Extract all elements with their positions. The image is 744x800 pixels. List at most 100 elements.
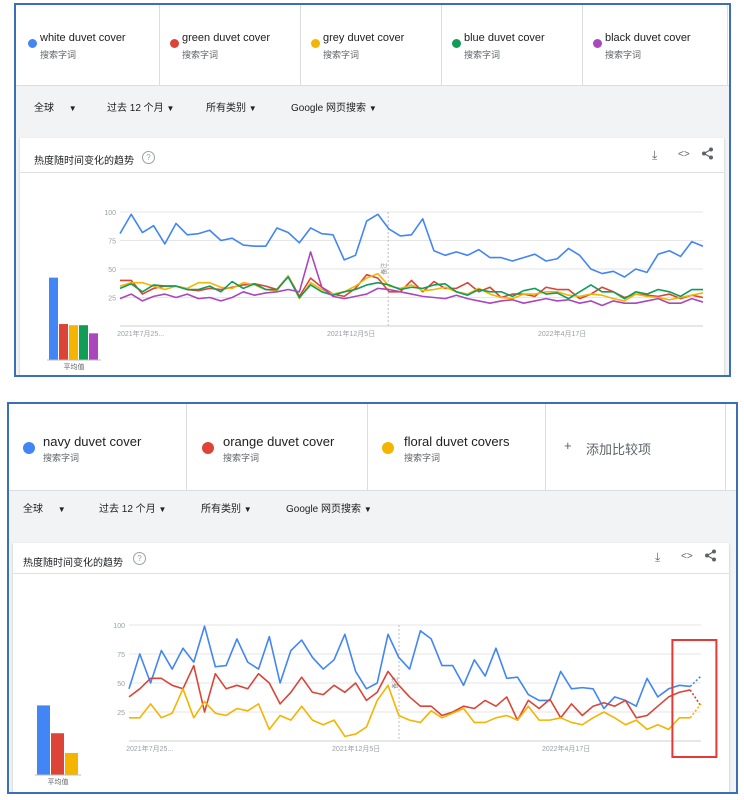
x-tick-label: 2021年7月25... [126,744,173,753]
term-name: black duvet cover [605,32,691,44]
add-compare-label: 添加比较项 [586,442,652,457]
term-subtitle: 搜索字词 [464,50,501,60]
dropdown-caret-icon: ▼ [368,104,377,113]
share-icon[interactable] [701,147,714,163]
card-title: 热度随时间变化的趋势 [23,558,123,569]
dropdown-caret-icon: ▼ [248,104,257,113]
term-subtitle: 搜索字词 [40,50,77,60]
term-card[interactable]: navy duvet cover 搜索字词 [9,404,187,490]
trend-chart: 25 50 75 100 2021年7月25... 2021年12月5日 2022年4月17… [47,210,704,371]
term-card[interactable]: grey duvet cover 搜索字词 [301,5,442,85]
highlight-box [671,639,718,758]
series-color-dot [23,442,35,454]
term-name: green duvet cover [182,32,271,44]
dropdown-caret-icon: ▼ [363,505,372,514]
period-label: 过去 12 个月 [107,103,164,114]
category-filter[interactable]: 所有类别 ▼ [201,500,252,515]
period-filter[interactable]: 过去 12 个月 ▼ [107,99,174,114]
source-label: Google 网页搜索 [286,504,362,515]
card-title: 热度随时间变化的趋势 [34,156,134,167]
source-filter[interactable]: Google 网页搜索 ▼ [291,99,377,114]
series-color-dot [382,442,394,454]
trend-card: 热度随时间变化的趋势 ? ⤓ <> 25 50 75 100 2021年7月25... 2… [13,543,729,792]
x-tick-label: 2021年7月25... [117,329,164,338]
region-label: 全球 [34,103,54,114]
average-label: 平均值 [48,777,69,786]
series-color-dot [593,39,602,48]
series-line [129,684,691,738]
average-bar [89,333,98,360]
add-compare-item[interactable]: + 添加比较项 [546,404,726,490]
series-line-partial [689,689,702,707]
x-tick-label: 2022年4月17日 [542,744,590,753]
x-tick-label: 2021年12月5日 [332,744,380,753]
term-card[interactable]: blue duvet cover 搜索字词 [442,5,583,85]
average-bar [79,325,88,360]
trend-chart: 25 50 75 100 2021年7月25... 2021年12月5日 2022年4月17… [35,623,718,786]
dropdown-caret-icon: ▼ [57,505,66,514]
series-line-partial [689,675,702,688]
y-tick-label: 100 [104,210,116,217]
dropdown-caret-icon: ▼ [158,505,167,514]
region-filter[interactable]: 全球 ▼ [23,500,66,515]
search-terms-bar: white duvet cover 搜索字词 green duvet cover… [16,5,729,86]
term-card[interactable]: floral duvet covers 搜索字词 [368,404,546,490]
series-color-dot [202,442,214,454]
download-icon[interactable]: ⤓ [652,148,657,163]
embed-icon[interactable]: <> [681,551,693,562]
trends-panel-2: navy duvet cover 搜索字词 orange duvet cover… [7,402,738,794]
y-tick-label: 25 [117,710,125,717]
average-bar [37,705,50,775]
x-tick-label: 2022年4月17日 [538,329,586,338]
period-filter[interactable]: 过去 12 个月 ▼ [99,500,166,515]
category-filter[interactable]: 所有类别 ▼ [206,99,257,114]
y-tick-label: 75 [108,239,116,246]
term-subtitle: 搜索字词 [43,453,80,463]
term-subtitle: 搜索字词 [182,50,219,60]
add-icon: + [564,438,572,453]
term-subtitle: 搜索字词 [605,50,642,60]
y-tick-label: 100 [113,623,125,630]
average-bar [69,325,78,360]
region-label: 全球 [23,504,43,515]
term-card[interactable]: green duvet cover 搜索字词 [160,5,301,85]
term-card[interactable]: white duvet cover 搜索字词 [16,5,160,85]
term-subtitle: 搜索字词 [223,453,260,463]
download-icon[interactable]: ⤓ [655,550,660,565]
series-color-dot [452,39,461,48]
x-tick-label: 2021年12月5日 [327,329,375,338]
y-tick-label: 75 [117,652,125,659]
source-filter[interactable]: Google 网页搜索 ▼ [286,500,372,515]
series-color-dot [311,39,320,48]
dropdown-caret-icon: ▼ [68,104,77,113]
average-bar [49,277,58,360]
help-icon[interactable]: ? [142,151,155,164]
y-tick-label: 50 [108,267,116,274]
category-label: 所有类别 [201,504,241,515]
term-name: grey duvet cover [323,32,405,44]
term-card[interactable]: black duvet cover 搜索字词 [583,5,728,85]
embed-icon[interactable]: <> [678,149,690,160]
source-label: Google 网页搜索 [291,103,367,114]
dropdown-caret-icon: ▼ [166,104,175,113]
average-label: 平均值 [64,362,85,371]
trends-panel-1: white duvet cover 搜索字词 green duvet cover… [14,3,731,377]
average-bar [51,733,64,775]
term-card[interactable]: orange duvet cover 搜索字词 [187,404,368,490]
note-marker-label: 备注 [380,263,388,275]
search-terms-bar: navy duvet cover 搜索字词 orange duvet cover… [9,404,736,491]
share-icon[interactable] [704,549,717,565]
series-line-partial [689,703,702,719]
term-name: orange duvet cover [223,434,335,449]
region-filter[interactable]: 全球 ▼ [34,99,77,114]
y-tick-label: 25 [108,296,116,303]
term-name: blue duvet cover [464,32,545,44]
term-name: floral duvet covers [404,434,510,449]
average-bar [59,324,68,360]
trend-card: 热度随时间变化的趋势 ? ⤓ <> 25 50 75 100 2021年7月25... 2… [20,138,724,375]
help-icon[interactable]: ? [133,552,146,565]
category-label: 所有类别 [206,103,246,114]
dropdown-caret-icon: ▼ [243,505,252,514]
series-line [119,213,704,278]
term-name: navy duvet cover [43,434,142,449]
